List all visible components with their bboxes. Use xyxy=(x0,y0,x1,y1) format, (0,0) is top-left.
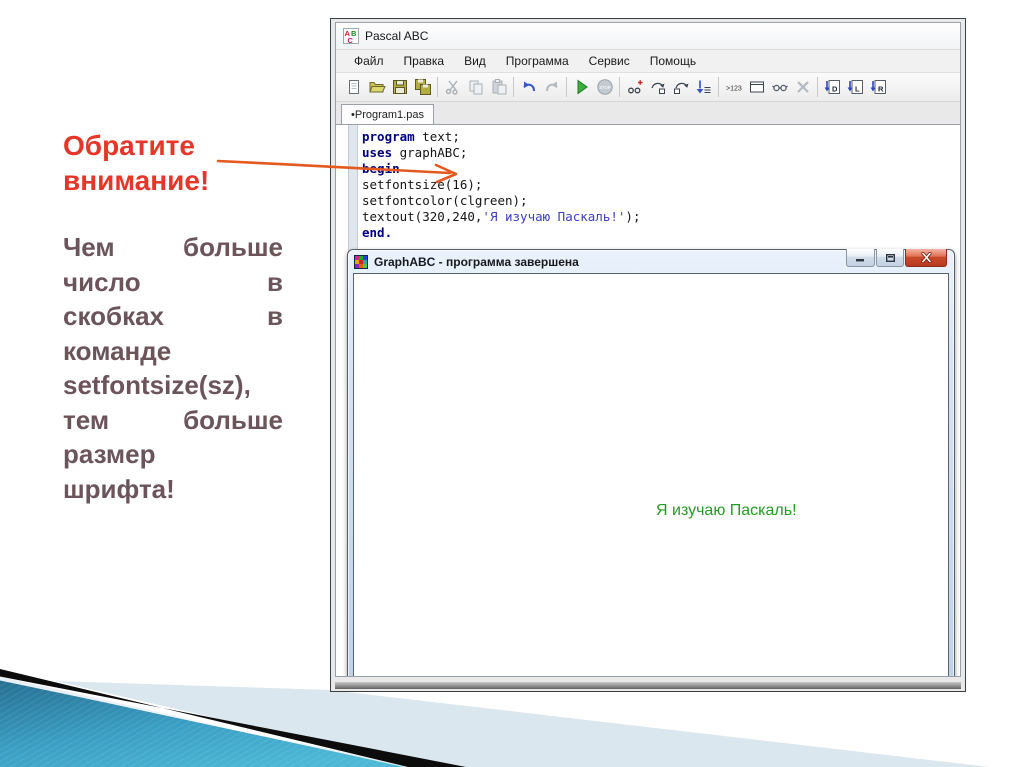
toolbar-separator xyxy=(817,77,818,97)
code-line: begin xyxy=(362,161,400,176)
svg-text:D: D xyxy=(832,85,838,94)
tab-program1[interactable]: •Program1.pas xyxy=(341,104,434,124)
open-file-button[interactable] xyxy=(365,76,388,98)
output-r-button[interactable]: R xyxy=(867,76,890,98)
code-line: program text; xyxy=(362,129,460,144)
code-editor[interactable]: program text; uses graphABC; begin setfonts… xyxy=(336,124,960,676)
toolbar-separator xyxy=(718,77,719,97)
svg-text:L: L xyxy=(855,85,860,94)
step-over-button[interactable] xyxy=(646,76,669,98)
goto-line-button[interactable] xyxy=(692,76,715,98)
slide-heading-line1: Обратите xyxy=(63,130,195,161)
menu-item[interactable]: Помощь xyxy=(640,54,706,68)
code-line: end. xyxy=(362,225,393,240)
pascal-abc-window-frame: A B C Pascal ABC Файл Правка Вид Программа С… xyxy=(335,22,961,677)
menu-item[interactable]: Сервис xyxy=(579,54,640,68)
toolbar-separator xyxy=(437,77,438,97)
code-text: program text; uses graphABC; begin setfonts… xyxy=(362,129,640,241)
presentation-slide: { "slide": { "heading_lines": ["Обратите… xyxy=(0,0,1024,767)
output-d-button[interactable]: D xyxy=(821,76,844,98)
copy-button[interactable] xyxy=(464,76,487,98)
slide-heading: Обратите внимание! xyxy=(63,128,209,198)
menu-item[interactable]: Файл xyxy=(344,54,394,68)
pascal-abc-logo-icon: A B C xyxy=(343,28,359,44)
svg-text:STOP: STOP xyxy=(599,85,611,90)
minimize-icon xyxy=(856,259,864,262)
svg-text:R: R xyxy=(878,85,884,94)
toolbar-separator xyxy=(513,77,514,97)
graph-output-text: Я изучаю Паскаль! xyxy=(656,502,797,519)
window-bottom-frame xyxy=(335,682,961,689)
new-file-button[interactable] xyxy=(342,76,365,98)
menu-item[interactable]: Правка xyxy=(394,54,455,68)
paste-button[interactable] xyxy=(487,76,510,98)
cut-button[interactable] xyxy=(441,76,464,98)
code-line: setfontcolor(clgreen); xyxy=(362,193,528,208)
restore-button[interactable] xyxy=(876,249,904,267)
undo-button[interactable] xyxy=(517,76,540,98)
note-text: Чем больше число в скобках в команде set… xyxy=(63,230,283,506)
trace-button[interactable] xyxy=(623,76,646,98)
new-window-button[interactable] xyxy=(745,76,768,98)
pascal-abc-window: A B C Pascal ABC Файл Правка Вид Программа С… xyxy=(330,18,966,692)
step-out-button[interactable] xyxy=(669,76,692,98)
menu-bar: Файл Правка Вид Программа Сервис Помощь xyxy=(336,50,960,73)
graphabc-palette-icon xyxy=(354,254,368,269)
svg-text:C: C xyxy=(348,36,354,44)
note-line: тем больше xyxy=(63,404,283,435)
menu-item[interactable]: Вид xyxy=(454,54,496,68)
tab-label: •Program1.pas xyxy=(351,108,424,121)
restore-icon xyxy=(885,253,895,262)
note-line: Чем больше xyxy=(63,232,283,262)
pascal-window-title: Pascal ABC xyxy=(365,29,429,43)
caption-buttons xyxy=(845,249,947,267)
stop-button[interactable]: STOP xyxy=(593,76,616,98)
close-icon xyxy=(920,252,932,263)
save-all-button[interactable] xyxy=(411,76,434,98)
save-button[interactable] xyxy=(388,76,411,98)
graphabc-window-title: GraphABC - программа завершена xyxy=(374,254,579,269)
toolbar-separator xyxy=(619,77,620,97)
toolbar-separator xyxy=(566,77,567,97)
redo-button[interactable] xyxy=(540,76,563,98)
run-button[interactable] xyxy=(570,76,593,98)
slide-heading-line2: внимание! xyxy=(63,165,210,196)
note-line: команде xyxy=(63,335,172,366)
int-format-button[interactable]: >123 xyxy=(722,76,745,98)
note-line: число в xyxy=(63,266,283,297)
note-line: шрифта! xyxy=(63,473,175,504)
code-line: textout(320,240,'Я изучаю Паскаль!'); xyxy=(362,209,641,224)
toolbar: STOP >123 D L R xyxy=(336,73,960,102)
note-line: размер xyxy=(63,439,156,469)
minimize-button[interactable] xyxy=(846,249,875,267)
expression-watch-button[interactable] xyxy=(768,76,791,98)
note-line: скобках в xyxy=(63,301,283,331)
graphabc-window: GraphABC - программа завершена Я изучаю … xyxy=(347,249,955,676)
code-line: setfontsize(16); xyxy=(362,177,483,192)
menu-item[interactable]: Программа xyxy=(496,54,579,68)
close-file-button[interactable] xyxy=(791,76,814,98)
note-line: setfontsize(sz), xyxy=(63,370,251,400)
output-l-button[interactable]: L xyxy=(844,76,867,98)
close-button[interactable] xyxy=(905,249,947,267)
graphabc-canvas[interactable]: Я изучаю Паскаль! xyxy=(353,273,949,676)
pascal-titlebar[interactable]: A B C Pascal ABC xyxy=(336,23,960,50)
tab-bar: •Program1.pas xyxy=(336,102,960,124)
svg-text:>123: >123 xyxy=(726,86,742,93)
code-line: uses graphABC; xyxy=(362,145,468,160)
